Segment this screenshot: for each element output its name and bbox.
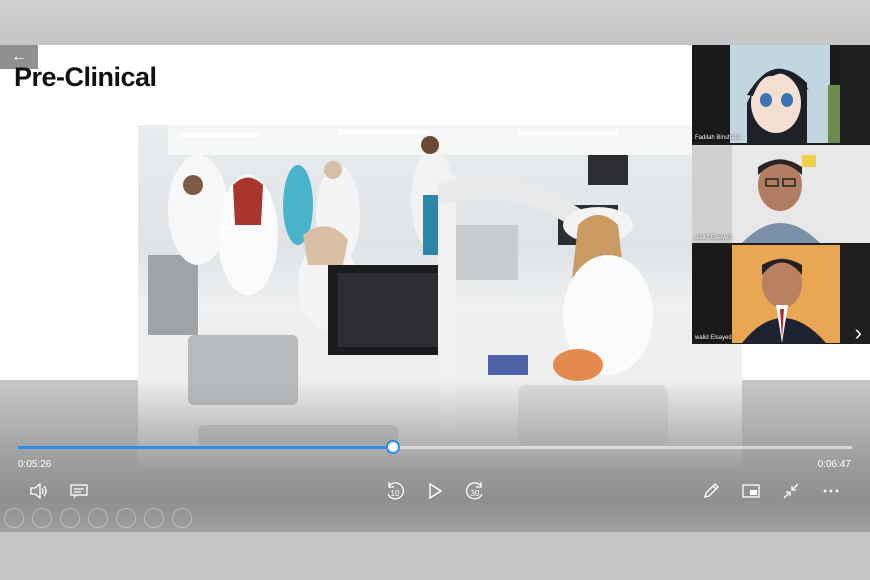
more-options-button[interactable] bbox=[819, 480, 843, 502]
captions-button[interactable] bbox=[67, 480, 91, 502]
toolbar-ghost-icon bbox=[172, 508, 192, 528]
annotate-button[interactable] bbox=[699, 480, 723, 502]
skip-forward-button[interactable]: 30 bbox=[463, 480, 487, 502]
top-band bbox=[0, 0, 870, 45]
volume-button[interactable] bbox=[27, 480, 51, 502]
participant-name: Fadilah Binshafia bbox=[695, 135, 742, 141]
play-icon bbox=[429, 483, 442, 499]
miniplayer-icon bbox=[742, 484, 760, 498]
toolbar-ghost-icon bbox=[4, 508, 24, 528]
seek-thumb[interactable] bbox=[385, 440, 400, 454]
participant-tile-fadilah[interactable]: Fadilah Binshafia bbox=[692, 45, 840, 143]
play-button[interactable] bbox=[423, 480, 447, 502]
pencil-icon bbox=[704, 483, 719, 498]
avatar bbox=[692, 245, 840, 343]
participant-panel: Fadilah Binshafia walid Elsayed walid El… bbox=[692, 45, 870, 346]
forward-30-icon: 30 bbox=[466, 482, 483, 500]
exit-fullscreen-button[interactable] bbox=[779, 480, 803, 502]
toolbar-ghost-icon bbox=[32, 508, 52, 528]
toolbar-ghost-icon bbox=[144, 508, 164, 528]
background-toolbar bbox=[4, 508, 192, 530]
collapse-icon bbox=[783, 483, 799, 499]
toolbar-ghost-icon bbox=[60, 508, 80, 528]
participant-name: walid Elsayed bbox=[695, 235, 732, 241]
bottom-band bbox=[0, 532, 870, 580]
skip-back-label: 10 bbox=[391, 489, 400, 498]
toolbar-ghost-icon bbox=[116, 508, 136, 528]
picture-in-picture-button[interactable] bbox=[739, 480, 763, 502]
rewind-10-icon: 10 bbox=[387, 482, 404, 500]
toolbar-ghost-icon bbox=[88, 508, 108, 528]
skip-back-button[interactable]: 10 bbox=[383, 480, 407, 502]
seek-progress bbox=[18, 446, 393, 449]
chevron-right-icon[interactable]: › bbox=[855, 320, 862, 346]
captions-icon bbox=[70, 484, 88, 499]
speaker-icon bbox=[30, 483, 47, 499]
avatar bbox=[692, 45, 840, 143]
participant-tile-walid-2[interactable]: walid Elsayed bbox=[692, 245, 840, 343]
elapsed-time: 0:05:26 bbox=[18, 459, 52, 470]
ellipsis-icon bbox=[823, 489, 839, 493]
slide-title: Pre-Clinical bbox=[14, 62, 157, 92]
avatar bbox=[692, 145, 870, 243]
participant-tile-walid-1[interactable]: walid Elsayed bbox=[692, 145, 870, 243]
total-duration: 0:06:47 bbox=[817, 459, 851, 470]
participant-name: walid Elsayed bbox=[695, 335, 732, 341]
skip-forward-label: 30 bbox=[471, 489, 480, 498]
